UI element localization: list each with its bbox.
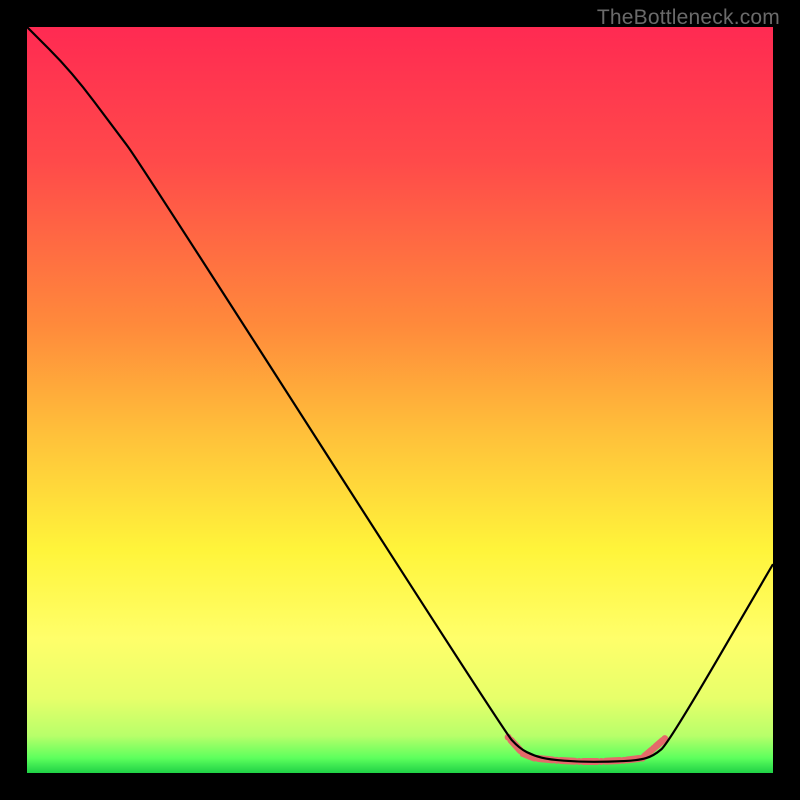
chart-background: [27, 27, 773, 773]
watermark-text: TheBottleneck.com: [597, 6, 780, 30]
chart-plot-area: [27, 27, 773, 773]
chart-svg: [27, 27, 773, 773]
